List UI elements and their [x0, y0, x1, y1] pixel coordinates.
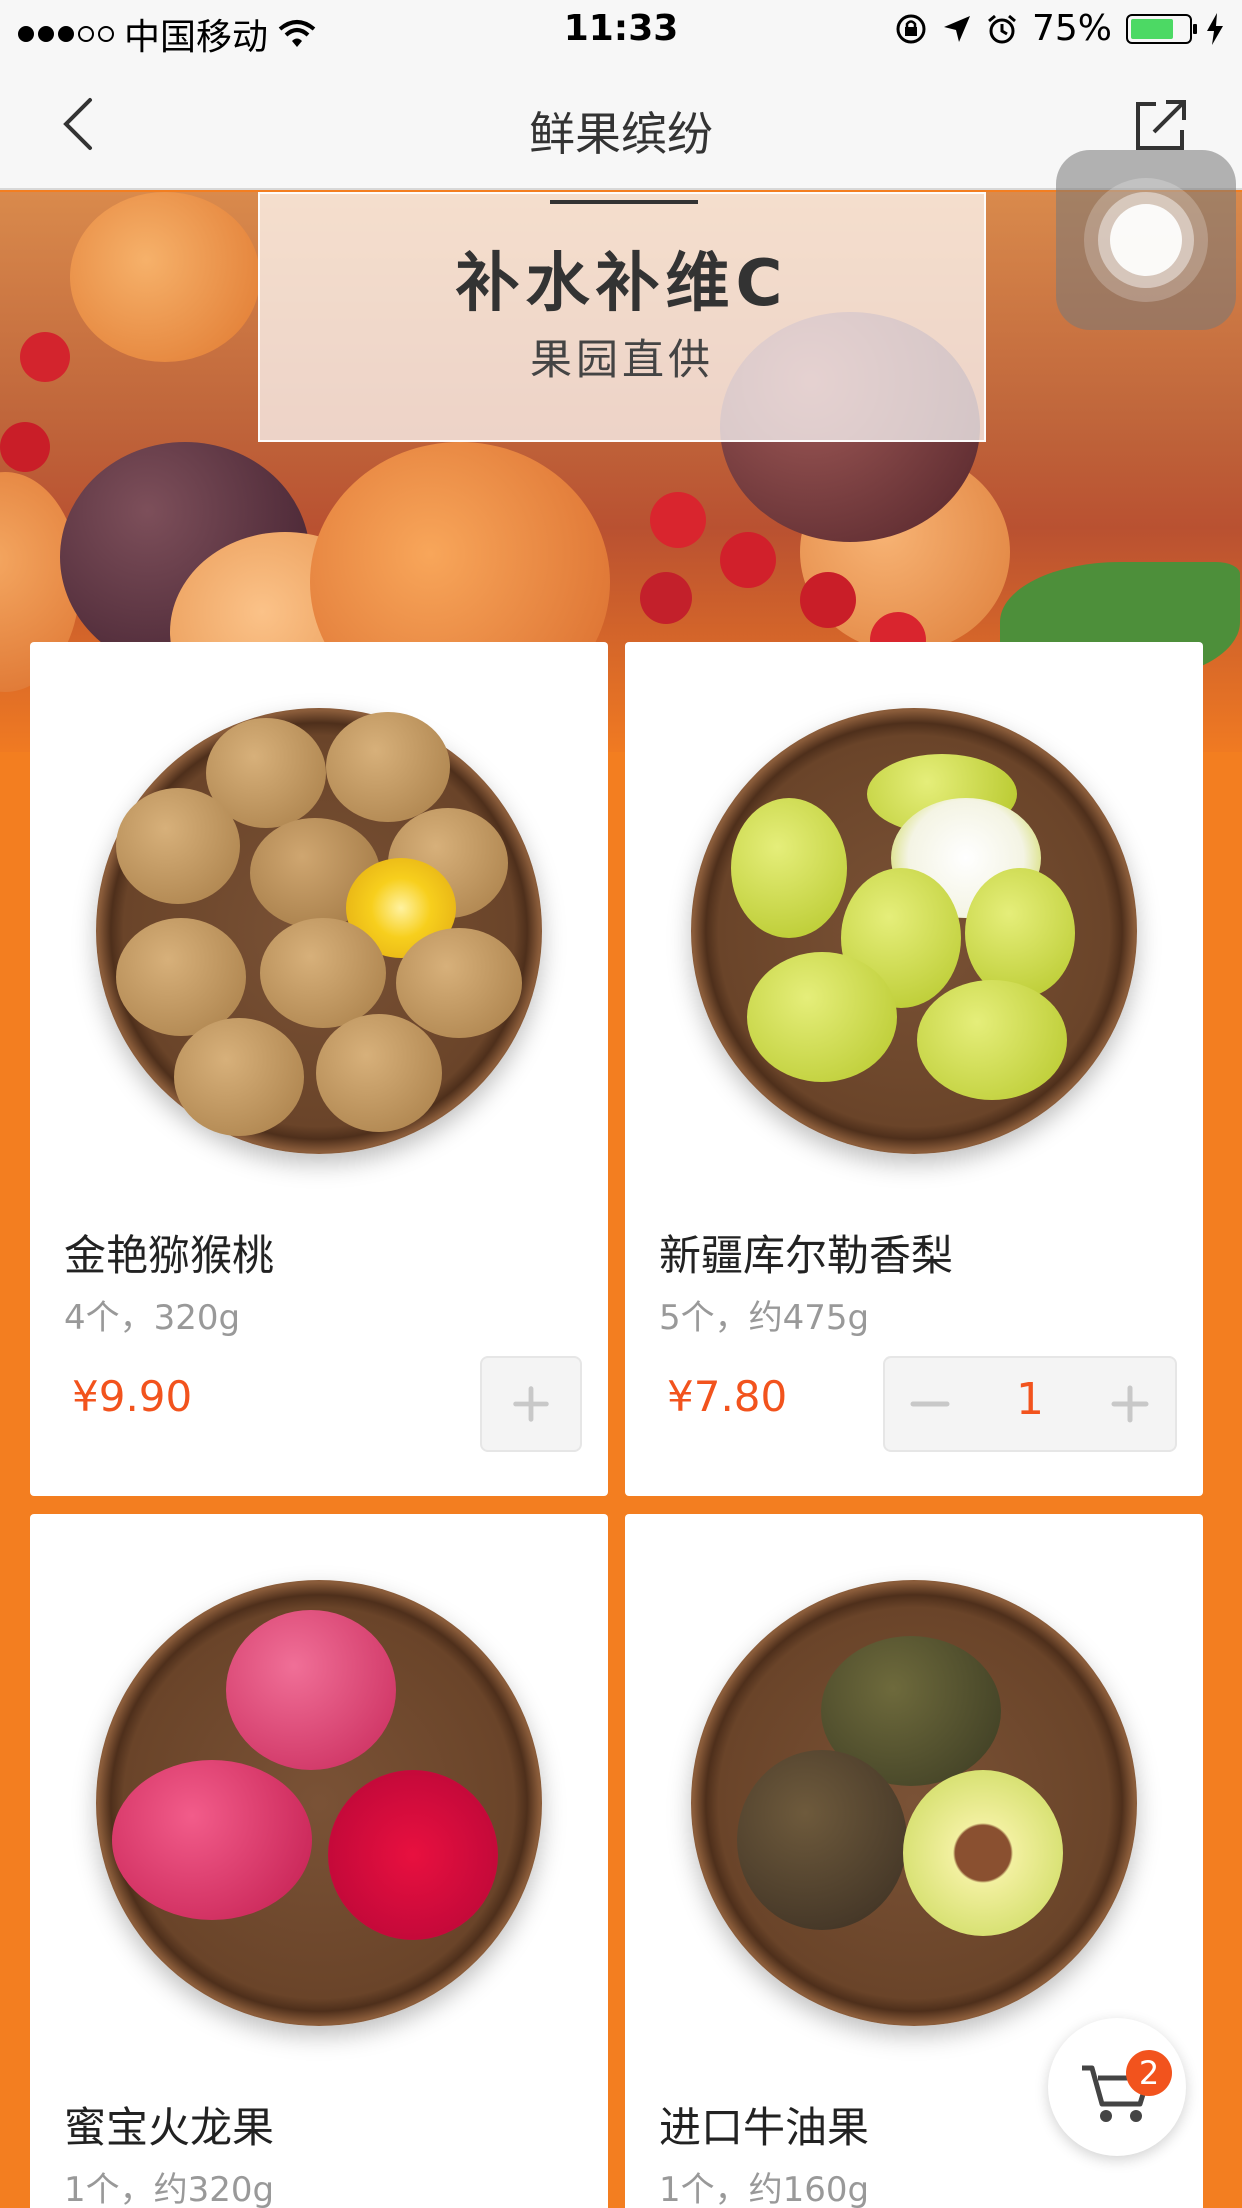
plus-icon[interactable]: [1085, 1358, 1175, 1450]
add-to-cart-button[interactable]: [480, 1356, 582, 1452]
product-spec: 4个，320g: [64, 1298, 241, 1338]
berry-image: [650, 492, 706, 548]
kiwi-image: [96, 708, 542, 1154]
product-name: 新疆库尔勒香梨: [659, 1231, 954, 1280]
orientation-lock-icon: [896, 14, 926, 43]
cart-badge: 2: [1126, 2050, 1172, 2096]
quantity-value: 1: [1016, 1374, 1044, 1425]
apricot-image: [70, 192, 260, 362]
banner-subtitle: 果园直供: [529, 335, 714, 384]
berry-image: [20, 332, 70, 382]
battery-percent: 75%: [1031, 8, 1112, 49]
product-name: 进口牛油果: [659, 2103, 870, 2152]
avocado-image: [691, 1580, 1137, 2026]
nav-bar: 鲜果缤纷: [0, 60, 1242, 190]
quantity-stepper[interactable]: 1: [883, 1356, 1177, 1452]
pear-image: [691, 708, 1137, 1154]
minus-icon[interactable]: [885, 1358, 975, 1450]
berry-image: [720, 532, 776, 588]
dragon-fruit-image: [96, 1580, 542, 2026]
share-icon[interactable]: [1132, 96, 1190, 154]
banner-caption: 补水补维C 果园直供: [258, 192, 986, 442]
product-price: ¥7.80: [667, 1372, 788, 1421]
product-price: ¥9.90: [72, 1372, 193, 1421]
page-title: 鲜果缤纷: [529, 107, 713, 161]
battery-icon: [1126, 13, 1197, 44]
location-arrow-icon: [943, 15, 970, 42]
product-spec: 1个，约160g: [659, 2170, 870, 2208]
product-card[interactable]: 金艳猕猴桃 4个，320g ¥9.90: [30, 642, 608, 1496]
cart-button[interactable]: 2: [1048, 2018, 1186, 2156]
berry-image: [0, 422, 50, 472]
product-card[interactable]: 新疆库尔勒香梨 5个，约475g ¥7.80 1: [625, 642, 1203, 1496]
status-bar: 中国移动 11:33 75%: [0, 0, 1242, 60]
berry-image: [640, 572, 692, 624]
berry-image: [800, 572, 856, 628]
charging-icon: [1207, 12, 1223, 45]
alarm-icon: [988, 14, 1016, 43]
status-right: 75%: [894, 8, 1224, 49]
product-card[interactable]: 蜜宝火龙果 1个，约320g: [30, 1514, 608, 2208]
product-spec: 1个，约320g: [64, 2170, 275, 2208]
assistive-touch-button[interactable]: [1056, 150, 1236, 330]
banner-title: 补水补维C: [455, 247, 789, 321]
product-spec: 5个，约475g: [659, 1298, 870, 1338]
product-name: 金艳猕猴桃: [64, 1231, 275, 1280]
product-name: 蜜宝火龙果: [64, 2103, 275, 2152]
